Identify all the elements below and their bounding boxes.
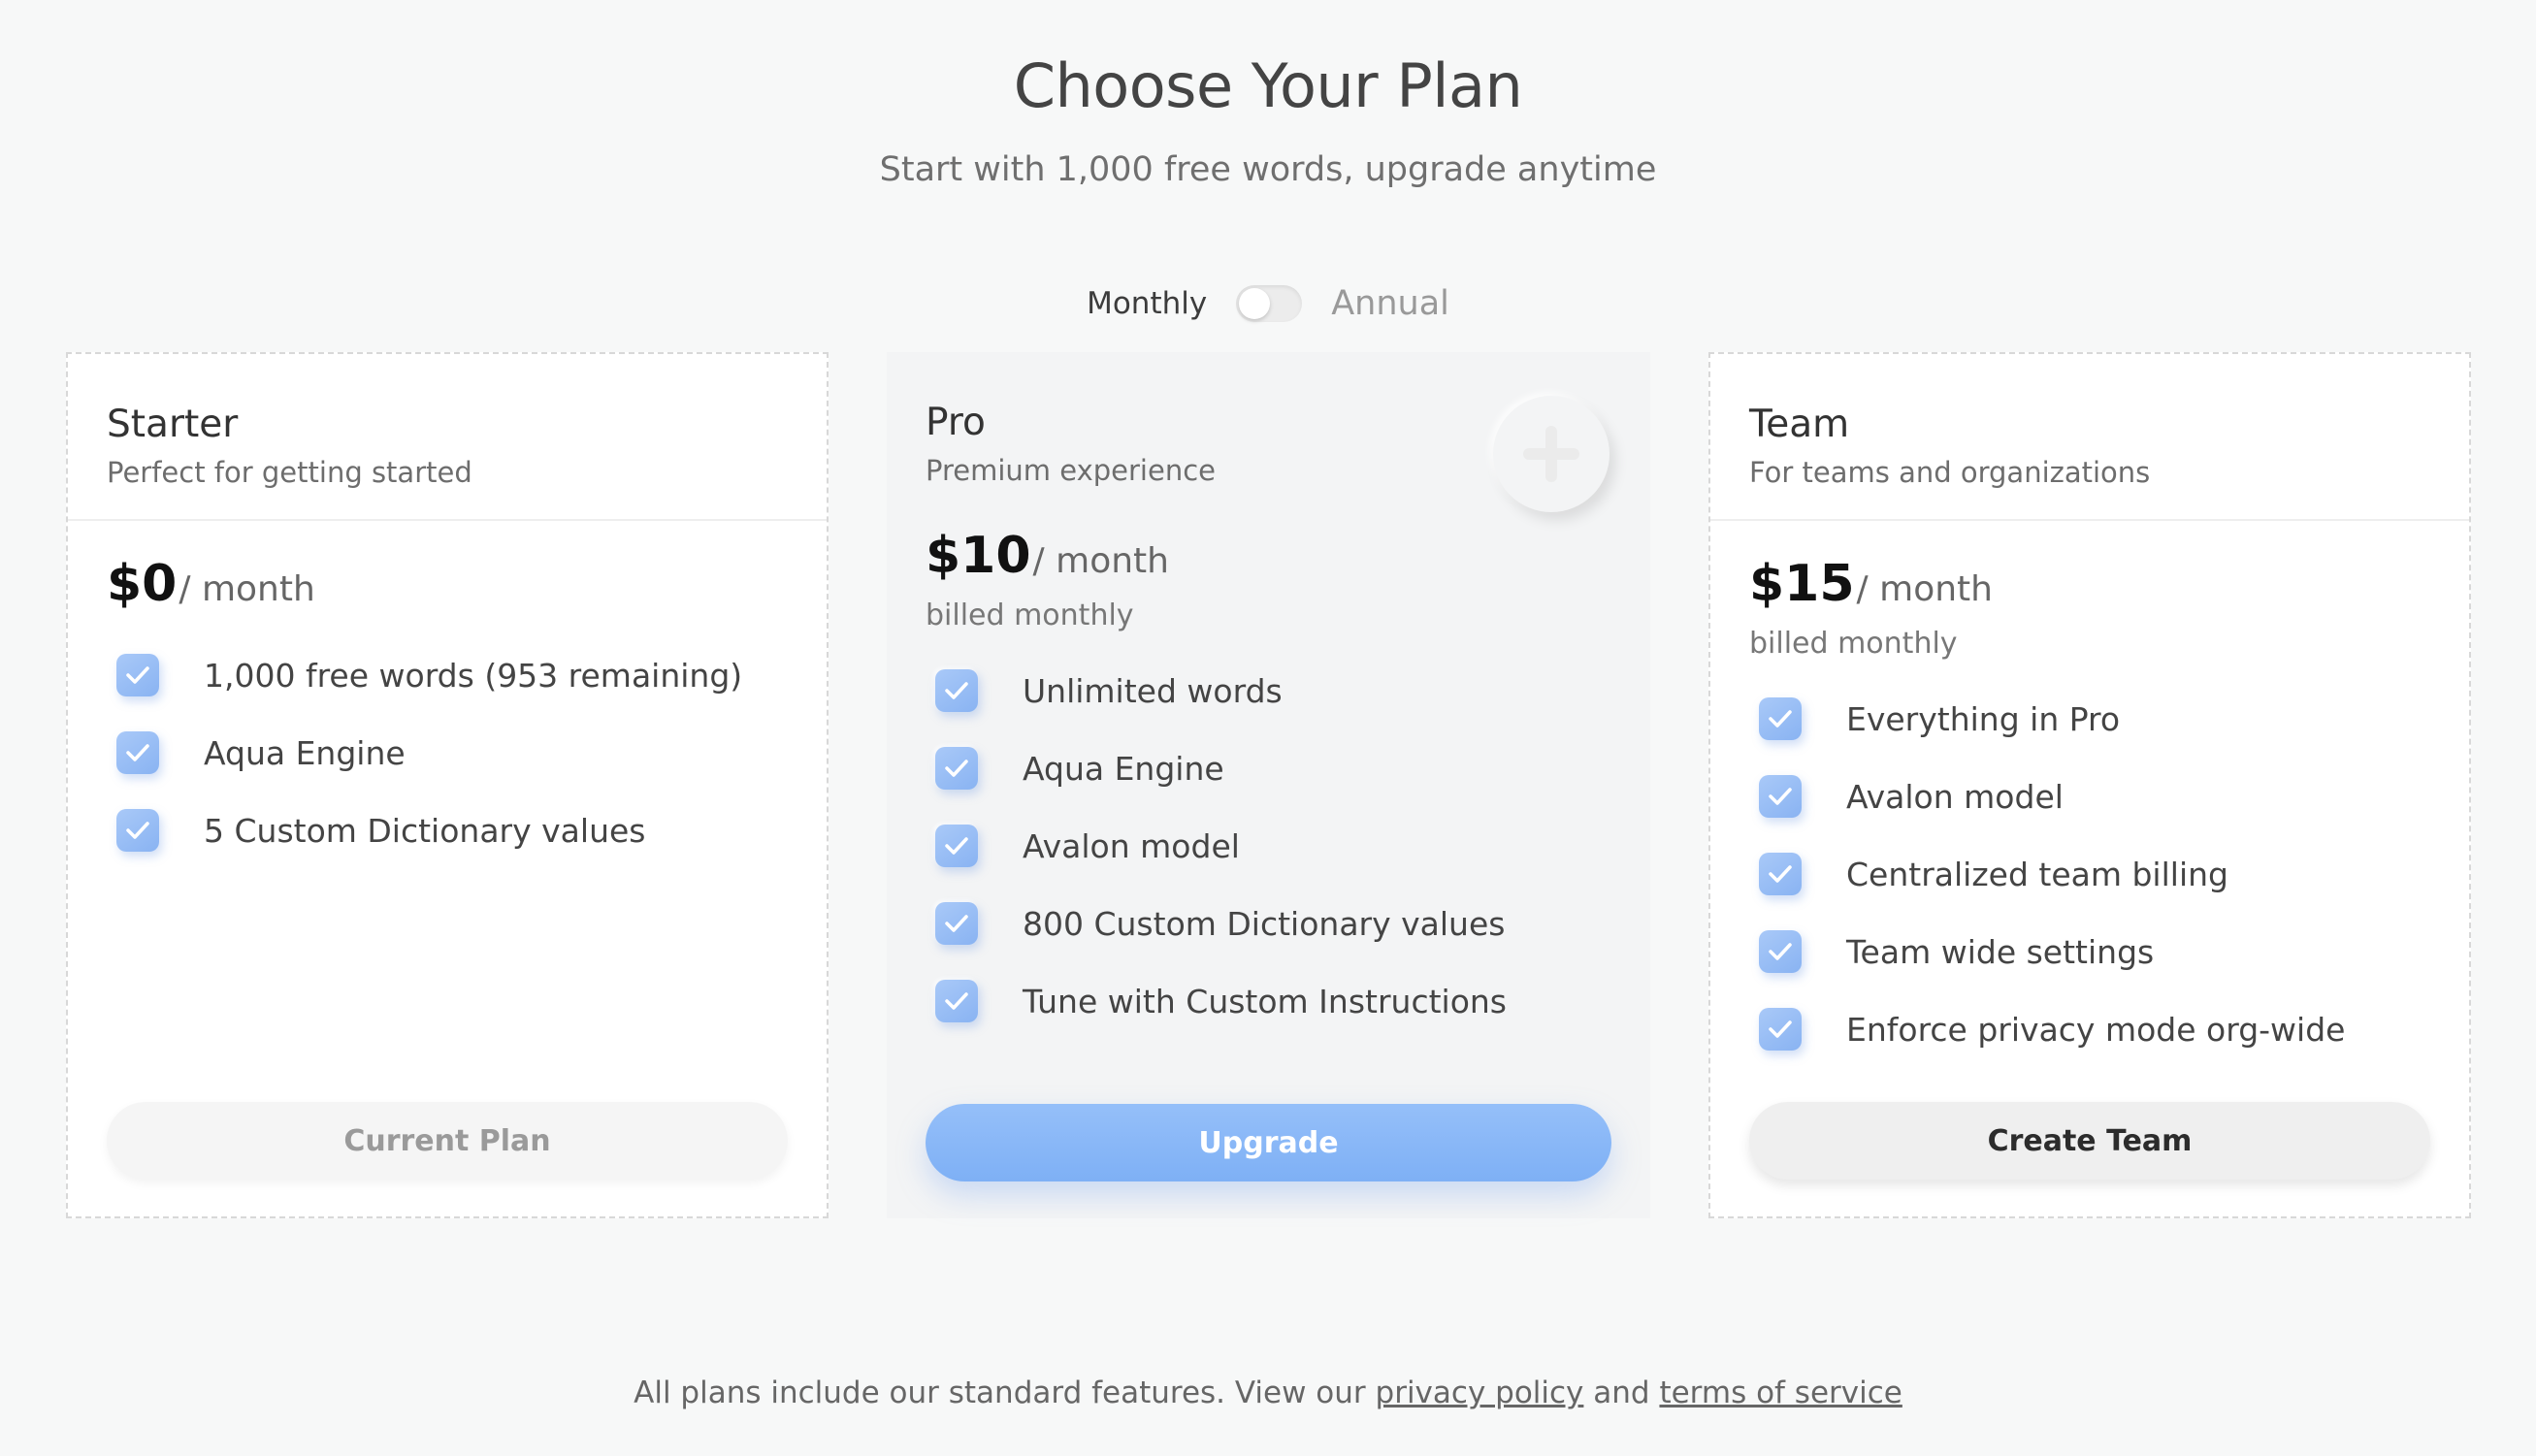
price-row: $10 / month xyxy=(887,519,1650,585)
pricing-page: Choose Your Plan Start with 1,000 free w… xyxy=(0,0,2536,1456)
check-icon xyxy=(116,654,159,696)
price-period: / month xyxy=(1856,569,1993,609)
feature-item: Tune with Custom Instructions xyxy=(935,962,1611,1040)
feature-text: Tune with Custom Instructions xyxy=(1023,982,1507,1020)
price-row: $15 / month xyxy=(1710,521,2469,613)
price-amount: $15 xyxy=(1749,555,1855,613)
feature-text: Everything in Pro xyxy=(1846,699,2121,738)
feature-item: Everything in Pro xyxy=(1759,680,2430,758)
check-icon xyxy=(1759,697,1802,740)
feature-item: 800 Custom Dictionary values xyxy=(935,885,1611,962)
billing-toggle: Monthly Annual xyxy=(0,284,2536,323)
feature-text: 800 Custom Dictionary values xyxy=(1023,904,1506,943)
plan-card-header: Starter Perfect for getting started xyxy=(68,354,827,521)
check-icon xyxy=(935,902,978,945)
feature-text: Team wide settings xyxy=(1846,932,2155,971)
price-amount: $0 xyxy=(107,555,178,613)
feature-item: Aqua Engine xyxy=(116,714,788,792)
price-row: $0 / month xyxy=(68,521,827,613)
upgrade-button[interactable]: Upgrade xyxy=(926,1104,1611,1181)
check-icon xyxy=(116,731,159,774)
plan-description: For teams and organizations xyxy=(1749,456,2151,489)
switch-knob xyxy=(1239,288,1271,319)
check-icon xyxy=(1759,1008,1802,1051)
plan-card-team: Team For teams and organizations $15 / m… xyxy=(1708,352,2471,1218)
page-subtitle: Start with 1,000 free words, upgrade any… xyxy=(879,150,1657,189)
feature-item: Avalon model xyxy=(1759,758,2430,835)
feature-text: 5 Custom Dictionary values xyxy=(204,811,646,850)
feature-item: Enforce privacy mode org-wide xyxy=(1759,990,2430,1068)
plan-card-header: Pro Premium experience xyxy=(887,352,1650,519)
feature-text: Unlimited words xyxy=(1023,671,1283,710)
check-icon xyxy=(935,747,978,790)
billing-note: billed monthly xyxy=(1749,627,1958,661)
plan-card-header: Team For teams and organizations xyxy=(1710,354,2469,521)
footer-text: All plans include our standard features.… xyxy=(634,1375,1376,1410)
check-icon xyxy=(935,980,978,1022)
feature-item: Centralized team billing xyxy=(1759,835,2430,913)
feature-text: Centralized team billing xyxy=(1846,855,2228,893)
check-icon xyxy=(1759,775,1802,818)
check-icon xyxy=(1759,853,1802,895)
feature-item: Unlimited words xyxy=(935,652,1611,729)
page-title: Choose Your Plan xyxy=(1013,50,1523,121)
plan-name: Team xyxy=(1749,403,1850,446)
create-team-button[interactable]: Create Team xyxy=(1749,1102,2430,1180)
feature-item: Team wide settings xyxy=(1759,913,2430,990)
price-period: / month xyxy=(1032,541,1169,581)
check-icon xyxy=(935,825,978,867)
feature-list: 1,000 free words (953 remaining) Aqua En… xyxy=(68,613,827,869)
feature-text: 1,000 free words (953 remaining) xyxy=(204,656,743,695)
feature-list: Everything in Pro Avalon model Centraliz… xyxy=(1710,661,2469,1068)
check-icon xyxy=(935,669,978,712)
annual-label[interactable]: Annual xyxy=(1331,284,1449,323)
feature-item: 5 Custom Dictionary values xyxy=(116,792,788,869)
feature-item: Avalon model xyxy=(935,807,1611,885)
feature-text: Avalon model xyxy=(1846,777,2064,816)
plan-card-starter: Starter Perfect for getting started $0 /… xyxy=(66,352,829,1218)
feature-text: Enforce privacy mode org-wide xyxy=(1846,1010,2346,1049)
billing-note: billed monthly xyxy=(926,599,1134,632)
privacy-policy-link[interactable]: privacy policy xyxy=(1376,1375,1584,1410)
check-icon xyxy=(1759,930,1802,973)
plus-icon xyxy=(1493,396,1609,512)
feature-item: 1,000 free words (953 remaining) xyxy=(116,636,788,714)
price-amount: $10 xyxy=(926,527,1031,585)
feature-text: Aqua Engine xyxy=(204,733,406,772)
current-plan-button[interactable]: Current Plan xyxy=(107,1102,788,1180)
billing-period-switch[interactable] xyxy=(1236,285,1303,322)
feature-text: Aqua Engine xyxy=(1023,749,1224,788)
price-period: / month xyxy=(179,569,315,609)
feature-item: Aqua Engine xyxy=(935,729,1611,807)
feature-list: Unlimited words Aqua Engine Avalon model… xyxy=(887,632,1650,1040)
plan-card-pro: Pro Premium experience $10 / month bille… xyxy=(887,352,1650,1218)
plan-description: Perfect for getting started xyxy=(107,456,472,489)
footer-note: All plans include our standard features.… xyxy=(0,1375,2536,1410)
terms-of-service-link[interactable]: terms of service xyxy=(1659,1375,1902,1410)
footer-text-and: and xyxy=(1583,1375,1660,1410)
monthly-label[interactable]: Monthly xyxy=(1087,286,1207,321)
feature-text: Avalon model xyxy=(1023,826,1240,865)
plan-name: Starter xyxy=(107,403,239,446)
check-icon xyxy=(116,809,159,852)
